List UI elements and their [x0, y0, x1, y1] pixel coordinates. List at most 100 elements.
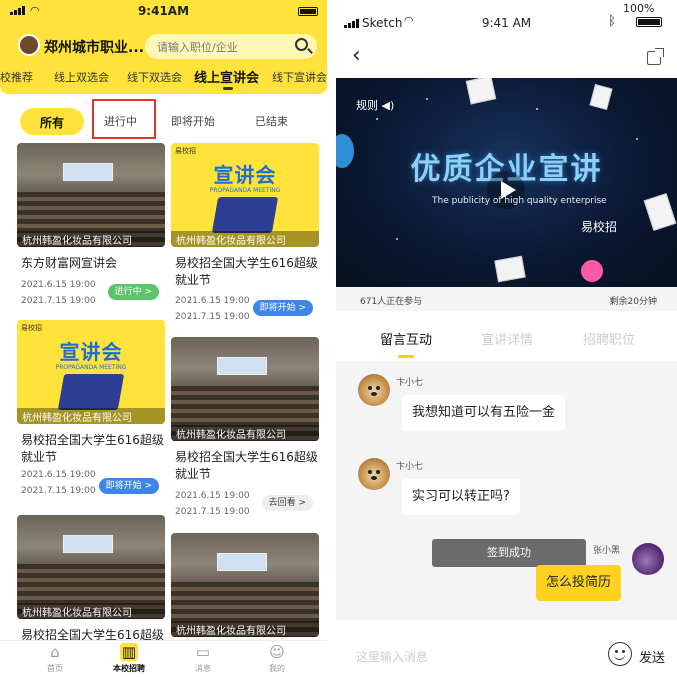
poster-logo: 易校招: [175, 147, 196, 155]
card-end-time: 2021.7.15 19:00: [175, 507, 250, 517]
card-end-time: 2021.7.15 19:00: [175, 312, 250, 322]
filter-upcoming[interactable]: 即将开始: [171, 113, 215, 129]
card-title: 东方财富网宣讲会: [21, 256, 118, 270]
card-company: 杭州韩盈化妆品有限公司: [171, 231, 319, 247]
tab-job-positions[interactable]: 招聘职位: [583, 329, 635, 348]
filter-all[interactable]: 所有: [20, 108, 84, 135]
school-logo: [18, 34, 40, 56]
nav-home[interactable]: ⌂ 首页: [30, 643, 80, 674]
status-filters: 所有 进行中 即将开始 已结束: [0, 101, 327, 141]
card-title: 易校招全国大学生616超级就业节: [175, 450, 318, 481]
filter-ended[interactable]: 已结束: [255, 113, 288, 129]
card-thumbnail: 杭州韩盈化妆品有限公司: [17, 515, 165, 619]
avatar[interactable]: [632, 543, 664, 575]
search-icon[interactable]: [295, 38, 308, 51]
card-start-time: 2021.6.15 19:00: [21, 280, 96, 290]
talk-card[interactable]: 杭州韩盈化妆品有限公司 东方财富网宣讲会 2021.6.15 19:00 202…: [17, 143, 165, 313]
tab-talk-details[interactable]: 宣讲详情: [481, 329, 533, 348]
planet-decoration: [581, 260, 603, 282]
status-time: 9:41AM: [137, 4, 190, 18]
nav-profile[interactable]: ☺ 我的: [252, 643, 302, 674]
talk-card[interactable]: 杭州韩盈化妆品有限公司: [171, 533, 319, 640]
back-icon[interactable]: ‹: [352, 43, 361, 68]
nav-messages[interactable]: ▭ 消息: [178, 643, 228, 674]
poster-title: 宣讲会: [213, 163, 277, 187]
status-badge[interactable]: 去回看 >: [261, 495, 313, 511]
message-username: 张小黑: [593, 546, 621, 556]
filter-highlight-box: [92, 99, 156, 139]
tab-offline-fair[interactable]: 线下双选会: [127, 69, 182, 85]
star: [396, 238, 398, 240]
speaker-icon: ◀): [381, 99, 395, 112]
avatar[interactable]: [358, 374, 390, 406]
checkin-toast: 签到成功: [432, 539, 586, 567]
bottom-nav: ⌂ 首页 ▥ 本校招聘 ▭ 消息 ☺ 我的: [0, 640, 327, 677]
document-decoration: [643, 193, 677, 231]
bluetooth-icon: ᛒ: [608, 14, 616, 29]
stage-screen: [217, 553, 267, 571]
stage-screen: [63, 163, 113, 181]
viewer-count: 671人正在参与: [360, 297, 423, 307]
share-icon[interactable]: [647, 48, 664, 65]
poster-logo: 易校招: [21, 324, 42, 332]
tab-offline-talk[interactable]: 线下宣讲会: [272, 69, 327, 85]
profile-icon: ☺: [269, 643, 285, 661]
card-thumbnail: 易校招 宣讲会 PROPAGANDA MEETING 杭州韩盈化妆品有限公司: [171, 143, 319, 247]
remaining-time: 剩余20分钟: [609, 297, 657, 307]
talk-card[interactable]: 易校招 宣讲会 PROPAGANDA MEETING 杭州韩盈化妆品有限公司 易…: [17, 320, 165, 505]
tab-online-talk[interactable]: 线上宣讲会: [194, 67, 259, 86]
message-input[interactable]: 这里输入消息: [356, 648, 428, 665]
home-icon: ⌂: [50, 643, 60, 661]
card-end-time: 2021.7.15 19:00: [21, 486, 96, 496]
nav-label: 本校招聘: [113, 664, 145, 673]
search-input[interactable]: 请输入职位/企业: [145, 34, 317, 59]
poster-title: 宣讲会: [59, 340, 123, 364]
document-decoration: [465, 78, 497, 105]
battery-icon: [636, 17, 662, 27]
stage-screen: [217, 357, 267, 375]
video-brand: 易校招: [581, 220, 618, 234]
nav-campus-recruit[interactable]: ▥ 本校招聘: [104, 643, 154, 674]
nav-label: 我的: [269, 664, 285, 673]
nav-label: 首页: [47, 664, 63, 673]
tab-comments[interactable]: 留言互动: [380, 329, 432, 348]
message-bubble: 实习可以转正吗?: [402, 479, 520, 515]
status-time: 9:41 AM: [481, 16, 532, 30]
rules-button[interactable]: 规则 ◀): [356, 97, 394, 113]
talk-card[interactable]: 杭州韩盈化妆品有限公司 易校招全国大学生616超级: [17, 515, 165, 645]
card-thumbnail: 杭州韩盈化妆品有限公司: [171, 337, 319, 441]
active-tab-indicator: [223, 87, 233, 90]
poster-subtitle: PROPAGANDA MEETING: [209, 187, 281, 194]
send-button[interactable]: 发送: [639, 647, 665, 666]
card-thumbnail: 杭州韩盈化妆品有限公司: [171, 533, 319, 637]
emoji-icon[interactable]: [608, 642, 632, 666]
poster-illustration: [211, 197, 279, 233]
tab-school-recommend[interactable]: 校推荐: [0, 69, 33, 85]
message-input-bar: 这里输入消息 发送: [336, 620, 677, 677]
detail-tabs: 留言互动 宣讲详情 招聘职位: [336, 311, 677, 361]
star: [636, 138, 638, 140]
top-header: ◠ 9:41AM 郑州城市职业... 请输入职位/企业 校推荐 线上双选会 线下…: [0, 0, 327, 94]
school-name[interactable]: 郑州城市职业...: [44, 37, 144, 57]
status-badge[interactable]: 即将开始 >: [252, 300, 313, 316]
talk-card[interactable]: 杭州韩盈化妆品有限公司 易校招全国大学生616超级就业节 2021.6.15 1…: [171, 337, 319, 522]
category-tabs: 校推荐 线上双选会 线下双选会 线上宣讲会 线下宣讲会: [0, 66, 327, 90]
status-badge[interactable]: 进行中 >: [107, 284, 159, 300]
card-start-time: 2021.6.15 19:00: [175, 491, 250, 501]
avatar[interactable]: [358, 458, 390, 490]
card-thumbnail: 易校招 宣讲会 PROPAGANDA MEETING 杭州韩盈化妆品有限公司: [17, 320, 165, 424]
status-bar: Sketch ◠ 9:41 AM ᛒ 100%: [336, 0, 677, 30]
poster-illustration: [57, 374, 125, 410]
message-username: 卞小七: [396, 378, 424, 388]
video-player[interactable]: 规则 ◀) 优质企业宣讲 The publicity of high quali…: [336, 78, 677, 287]
live-info-bar: 671人正在参与 剩余20分钟: [336, 287, 677, 311]
talk-card[interactable]: 易校招 宣讲会 PROPAGANDA MEETING 杭州韩盈化妆品有限公司 易…: [171, 143, 319, 328]
status-badge[interactable]: 即将开始 >: [98, 478, 159, 494]
card-thumbnail: 杭州韩盈化妆品有限公司: [17, 143, 165, 247]
card-title: 易校招全国大学生616超级就业节: [21, 433, 164, 464]
card-company: 杭州韩盈化妆品有限公司: [17, 603, 165, 619]
message-bubble: 我想知道可以有五险一金: [402, 395, 566, 431]
nav-label: 消息: [195, 664, 211, 673]
tab-online-fair[interactable]: 线上双选会: [54, 69, 109, 85]
my-message-bubble: 怎么投简历: [536, 565, 622, 601]
